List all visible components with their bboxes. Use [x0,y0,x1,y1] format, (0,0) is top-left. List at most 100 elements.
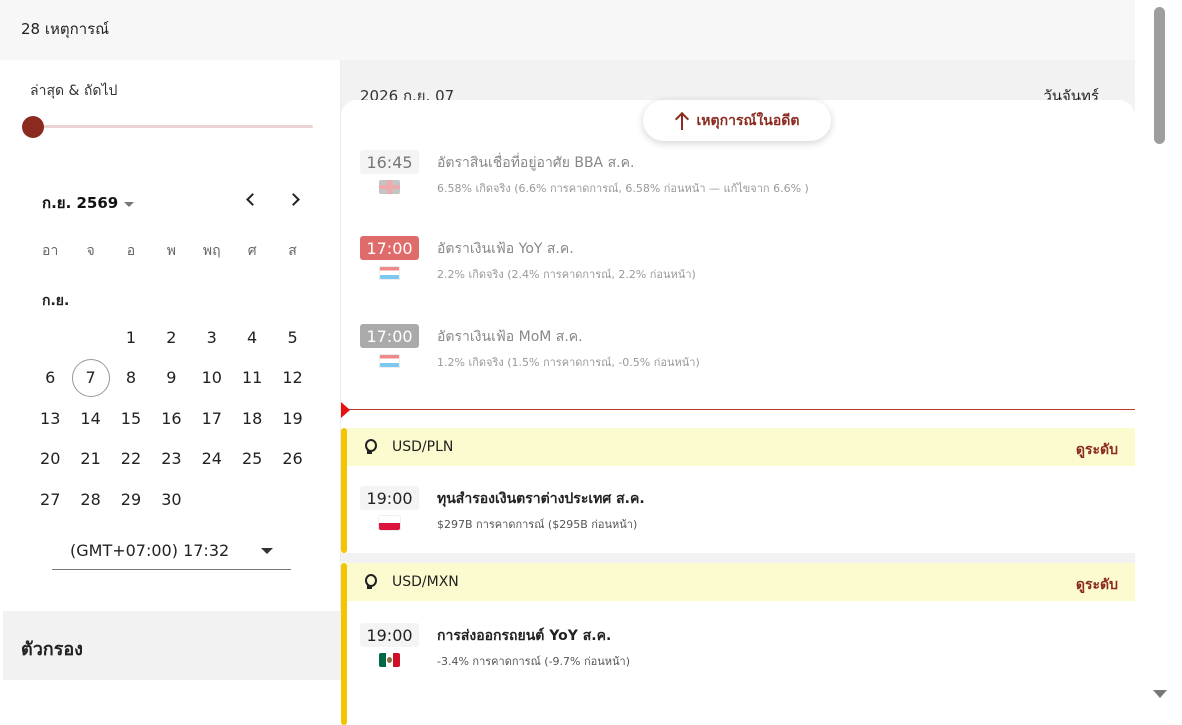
weekday-label: ส [288,243,297,259]
arrow-up-icon [675,112,689,130]
event-row[interactable]: 17:00 อัตราเงินเฟ้อ YoY ส.ค. 2.2% เกิดจร… [360,236,1120,296]
calendar-empty-cell [30,317,70,358]
calendar-day[interactable]: 12 [272,358,312,399]
calendar-day[interactable]: 7 [70,358,110,399]
event-row[interactable]: 19:00 ทุนสำรองเงินตราต่างประเทศ ส.ค. $29… [360,486,1120,546]
calendar-month-label: ก.ย. [42,293,70,309]
calendar-day[interactable]: 6 [30,358,70,399]
event-count: 28 เหตุการณ์ [21,20,110,38]
calendar-day[interactable]: 22 [111,439,151,480]
calendar-day[interactable]: 24 [192,439,232,480]
calendar-day[interactable]: 29 [111,479,151,520]
calendar-day[interactable]: 16 [151,398,191,439]
filters-title: ตัวกรอง [21,639,83,660]
weekday-label: พ [166,243,176,259]
calendar-day[interactable]: 25 [232,439,272,480]
calendar-day[interactable]: 9 [151,358,191,399]
uk-flag-icon [379,180,400,194]
group-header: USD/PLN ดูระดับ [347,428,1135,466]
event-detail: 1.2% เกิดจริง (1.5% การคาดการณ์, -0.5% ก… [437,356,700,369]
calendar-day[interactable]: 19 [272,398,312,439]
view-levels-link[interactable]: ดูระดับ [1076,439,1118,461]
event-name: อัตราสินเชื่อที่อยู่อาศัย BBA ส.ค. [437,155,635,171]
past-events-card: 16:45 อัตราสินเชื่อที่อยู่อาศัย BBA ส.ค.… [341,100,1135,430]
event-name: อัตราเงินเฟ้อ YoY ส.ค. [437,241,574,257]
calendar-day[interactable]: 3 [192,317,232,358]
weekday-header: อา จ อ พ พฤ ศ ส [30,240,313,262]
event-time: 19:00 [360,486,419,510]
luxembourg-flag-icon [379,266,400,280]
poland-flag-icon [379,516,400,530]
event-time: 19:00 [360,623,419,647]
view-levels-link[interactable]: ดูระดับ [1076,574,1118,596]
calendar-day[interactable]: 4 [232,317,272,358]
calendar-day[interactable]: 17 [192,398,232,439]
timezone-select[interactable]: (GMT+07:00) 17:32 [52,532,291,570]
currency-pair: USD/MXN [392,574,459,590]
event-time: 17:00 [360,324,419,348]
weekday-label: ศ [247,243,257,259]
event-time: 17:00 [360,236,419,260]
lightbulb-icon [362,572,377,590]
range-slider-thumb[interactable] [22,116,44,138]
calendar-day[interactable]: 20 [30,439,70,480]
slider-label: ล่าสุด & ถัดไป [30,83,118,99]
calendar-day[interactable]: 11 [232,358,272,399]
mexico-flag-icon [379,653,400,667]
filters-section: ตัวกรอง [3,611,341,680]
scroll-down-arrow-icon[interactable] [1153,690,1167,698]
event-detail: 2.2% เกิดจริง (2.4% การคาดการณ์, 2.2% ก่… [437,268,696,281]
calendar-day[interactable]: 8 [111,358,151,399]
calendar-day[interactable]: 2 [151,317,191,358]
scrollbar-thumb[interactable] [1154,7,1165,144]
event-name: การส่งออกรถยนต์ YoY ส.ค. [437,628,612,644]
sidebar: ล่าสุด & ถัดไป ก.ย. 2569 อาจอพพฤศส ก.ย. … [0,60,341,725]
calendar-day[interactable]: 18 [232,398,272,439]
caret-down-icon [124,201,135,207]
past-events-button[interactable]: เหตุการณ์ในอดีต [643,100,831,141]
event-row[interactable]: 19:00 การส่งออกรถยนต์ YoY ส.ค. -3.4% การ… [360,623,1120,683]
calendar-day[interactable]: 30 [151,479,191,520]
event-detail: -3.4% การคาดการณ์ (-9.7% ก่อนหน้า) [437,655,631,668]
top-bar: 28 เหตุการณ์ [0,0,1135,60]
luxembourg-flag-icon [379,354,400,368]
calendar-empty-cell [70,317,110,358]
past-events-label: เหตุการณ์ในอดีต [696,112,800,129]
calendar-day[interactable]: 13 [30,398,70,439]
dropdown-caret-icon [261,548,273,554]
event-detail: 6.58% เกิดจริง (6.6% การคาดการณ์, 6.58% … [437,182,809,195]
calendar-day[interactable]: 10 [192,358,232,399]
event-name: ทุนสำรองเงินตราต่างประเทศ ส.ค. [437,491,645,507]
currency-group: USD/MXN ดูระดับ 19:00 การส่งออกรถยนต์ Yo… [341,563,1135,725]
weekday-label: พฤ [202,243,221,259]
calendar-day[interactable]: 1 [111,317,151,358]
filters-body [3,680,341,725]
event-row[interactable]: 17:00 อัตราเงินเฟ้อ MoM ส.ค. 1.2% เกิดจร… [360,324,1120,384]
weekday-label: จ [86,243,95,259]
event-row[interactable]: 16:45 อัตราสินเชื่อที่อยู่อาศัย BBA ส.ค.… [360,150,1120,210]
event-name: อัตราเงินเฟ้อ MoM ส.ค. [437,329,583,345]
calendar-day[interactable]: 14 [70,398,110,439]
month-selector[interactable]: ก.ย. 2569 [42,191,135,215]
calendar-day[interactable]: 28 [70,479,110,520]
currency-group: USD/PLN ดูระดับ 19:00 ทุนสำรองเงินตราต่า… [341,428,1135,553]
lightbulb-icon [362,437,377,455]
calendar-day[interactable]: 21 [70,439,110,480]
calendar-day[interactable]: 26 [272,439,312,480]
range-slider-track[interactable] [34,125,313,128]
event-detail: $297B การคาดการณ์ ($295B ก่อนหน้า) [437,518,638,531]
next-month-button[interactable] [283,187,307,211]
chevron-left-icon [245,192,259,206]
event-list: 2026 ก.ย. 07 วันจันทร์ 16:45 อัตราสินเชื… [341,60,1135,725]
timezone-value: (GMT+07:00) 17:32 [70,541,230,560]
calendar-day[interactable]: 15 [111,398,151,439]
event-time: 16:45 [360,150,419,174]
weekday-label: อ [126,243,136,259]
currency-pair: USD/PLN [392,439,454,455]
chevron-right-icon [286,192,300,206]
calendar-day[interactable]: 23 [151,439,191,480]
current-time-line [341,409,1135,410]
prev-month-button[interactable] [238,187,262,211]
calendar-day[interactable]: 5 [272,317,312,358]
calendar-day[interactable]: 27 [30,479,70,520]
